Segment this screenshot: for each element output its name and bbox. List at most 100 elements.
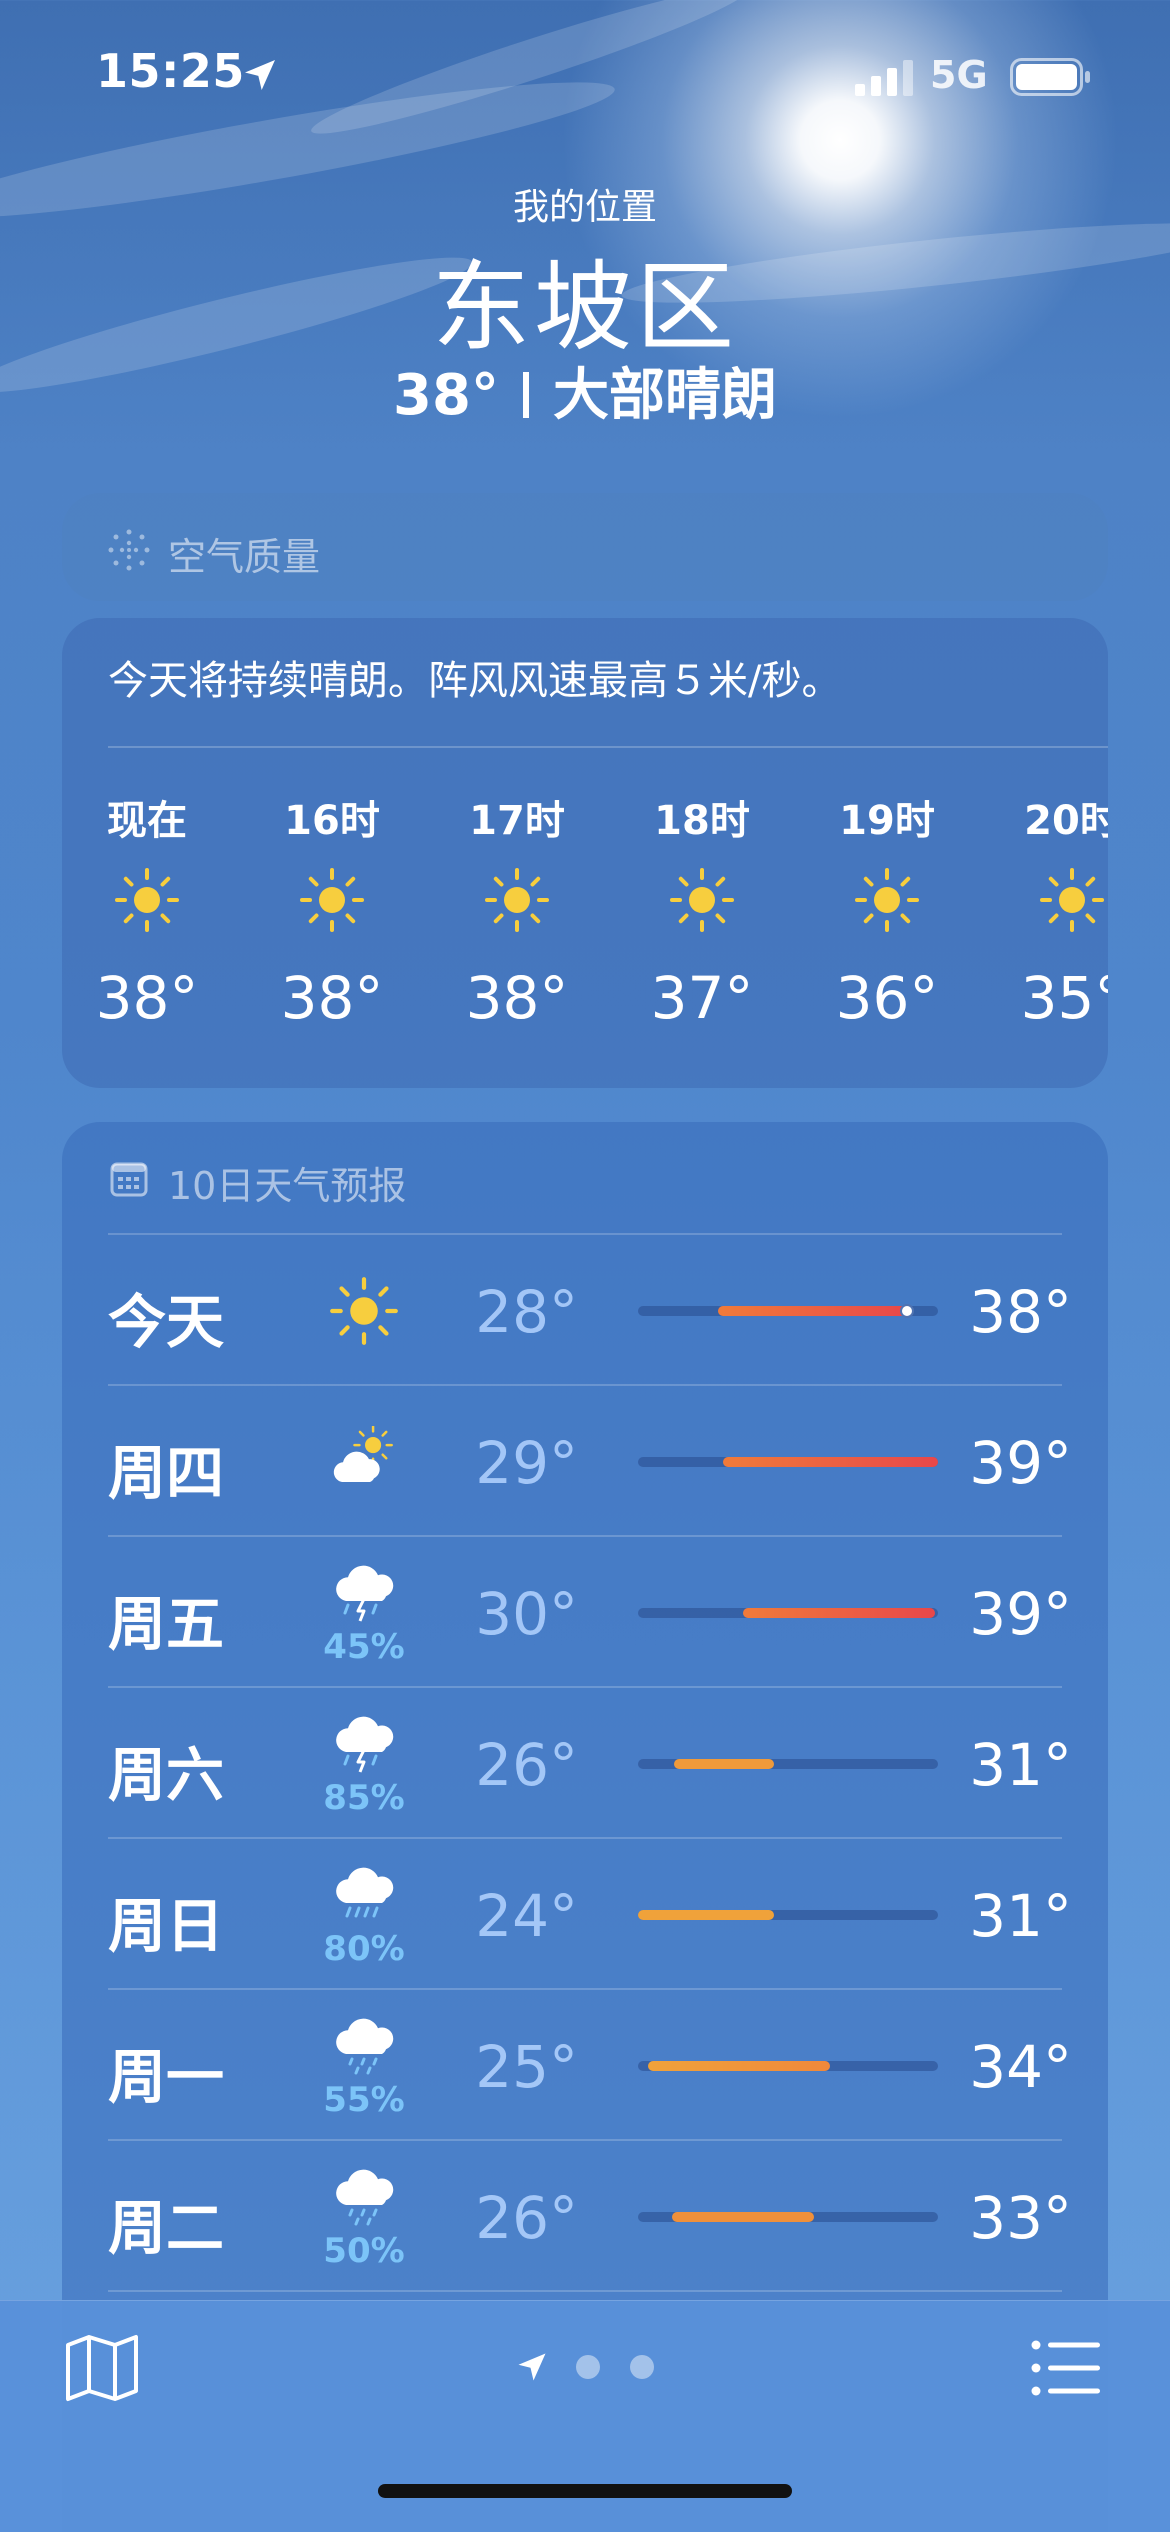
day-name: 周日 (108, 1892, 225, 1960)
day-row[interactable]: 周五 45% 30° 39° (108, 1535, 1072, 1686)
temp-range-bar (638, 1910, 938, 1920)
row-divider (108, 1233, 1062, 1235)
day-low-temp: 24° (475, 1882, 578, 1950)
day-row[interactable]: 周六 85% 26° 31° (108, 1686, 1072, 1837)
precip-chance: 55% (323, 2080, 405, 2120)
temp-range-fill (723, 1457, 938, 1467)
hour-column: 现在 38° (72, 788, 222, 1032)
current-temp: 38° (393, 363, 499, 428)
temp-range-fill (674, 1759, 774, 1769)
hour-label: 17时 (469, 798, 565, 844)
status-time: 15:25 (96, 44, 245, 98)
air-quality-title: 空气质量 (168, 535, 321, 579)
sun-icon (668, 866, 736, 934)
calendar-icon (110, 1162, 148, 1197)
sun-icon (298, 866, 366, 934)
day-high-temp: 34° (969, 2033, 1072, 2101)
day-high-temp: 39° (969, 1429, 1072, 1497)
day-low-temp: 30° (475, 1580, 578, 1648)
temp-range-bar (638, 1304, 938, 1318)
day-row[interactable]: 周四 29° 39° (108, 1384, 1072, 1535)
hour-label: 18时 (654, 798, 750, 844)
temp-range-bar (638, 2061, 938, 2071)
hour-label: 16时 (284, 798, 380, 844)
hour-label: 20时 (1024, 798, 1108, 844)
row-divider (108, 1686, 1062, 1688)
day-low-temp: 28° (475, 1278, 578, 1346)
drizzle-icon (328, 2159, 400, 2226)
day-low-temp: 29° (475, 1429, 578, 1497)
city-name: 东坡区 (431, 251, 738, 365)
hour-temp: 38° (95, 964, 199, 1032)
precip-chance: 85% (323, 1778, 405, 1818)
day-name: 周一 (108, 2043, 225, 2111)
temp-range-bar (638, 2212, 938, 2222)
hour-label: 现在 (107, 798, 187, 844)
day-row[interactable]: 周一 55% 25° 34° (108, 1988, 1072, 2139)
summary-separator (522, 372, 529, 418)
row-divider (108, 2139, 1062, 2141)
drizzle-icon (328, 2008, 400, 2075)
temp-range-fill (638, 1910, 774, 1920)
day-high-temp: 38° (969, 1278, 1072, 1346)
map-icon[interactable] (62, 2333, 142, 2403)
sun-icon (853, 866, 921, 934)
sun-icon (483, 866, 551, 934)
day-high-temp: 31° (969, 1731, 1072, 1799)
day-row[interactable]: 今天 28° 38° (108, 1233, 1072, 1384)
hour-label: 19时 (839, 798, 935, 844)
hourly-divider (108, 746, 1108, 748)
hour-column: 20时 35° (997, 788, 1108, 1032)
hourly-forecast-card[interactable]: 今天将持续晴朗。阵风风速最高５米/秒。 现在 38° 16时 38° 17时 3… (62, 618, 1108, 1088)
day-high-temp: 33° (969, 2184, 1072, 2252)
day-row[interactable]: 周日 80% 24° 31° (108, 1837, 1072, 1988)
location-label: 我的位置 (512, 187, 657, 228)
row-divider (108, 1988, 1062, 1990)
current-summary: 38° 大部晴朗 (0, 350, 1170, 431)
precip-chance: 80% (323, 1929, 405, 1969)
row-divider (108, 2290, 1062, 2292)
precip-chance: 45% (323, 1627, 405, 1667)
temp-range-bar (638, 1457, 938, 1467)
battery-icon (1010, 58, 1090, 96)
sun-icon (328, 1275, 400, 1347)
page-indicator[interactable] (510, 2345, 670, 2389)
signal-icon (855, 60, 913, 96)
day-low-temp: 26° (475, 1731, 578, 1799)
day-high-temp: 39° (969, 1580, 1072, 1648)
home-indicator[interactable] (378, 2484, 792, 2498)
sun-icon (1038, 866, 1106, 934)
hour-temp: 38° (280, 964, 384, 1032)
status-bar: 15:25 5G (0, 0, 1170, 150)
day-name: 周五 (108, 1590, 225, 1658)
hour-temp: 35° (1020, 964, 1108, 1032)
location-arrow-icon (518, 2353, 546, 2381)
daily-forecast-title: 10日天气预报 (168, 1164, 407, 1208)
temp-range-fill (718, 1306, 908, 1316)
list-icon[interactable] (1030, 2337, 1102, 2399)
hour-column: 16时 38° (257, 788, 407, 1032)
day-row[interactable]: 周二 50% 26° 33° (108, 2139, 1072, 2290)
row-divider (108, 1384, 1062, 1386)
temp-range-fill (648, 2061, 830, 2071)
rain-icon (328, 1857, 400, 1918)
temp-range-fill (672, 2212, 814, 2222)
hour-column: 18时 37° (627, 788, 777, 1032)
network-type: 5G (930, 53, 988, 97)
hour-column: 17时 38° (442, 788, 592, 1032)
day-low-temp: 26° (475, 2184, 578, 2252)
current-condition: 大部晴朗 (552, 363, 777, 428)
page-dot (576, 2355, 600, 2379)
current-temp-marker (900, 1304, 914, 1318)
temp-range-bar (638, 1759, 938, 1769)
thunderstorm-icon (328, 1706, 400, 1773)
temp-range-bar (638, 1608, 938, 1618)
day-name: 今天 (108, 1288, 225, 1356)
sun-icon (113, 866, 181, 934)
day-name: 周二 (108, 2194, 225, 2262)
air-quality-card[interactable]: 空气质量 (62, 493, 1108, 601)
precip-chance: 50% (323, 2231, 405, 2271)
location-arrow-icon (245, 60, 275, 90)
hour-temp: 36° (835, 964, 939, 1032)
hourly-description: 今天将持续晴朗。阵风风速最高５米/秒。 (108, 658, 842, 704)
